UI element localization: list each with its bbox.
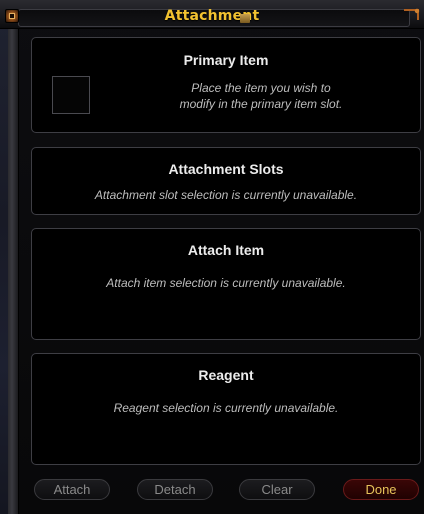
attachment-window: Attachment Primary Item Place the item y…: [0, 0, 424, 514]
primary-item-title: Primary Item: [183, 52, 269, 68]
reagent-title: Reagent: [198, 367, 254, 383]
primary-item-note-line1: Place the item you wish to: [191, 81, 331, 95]
reagent-panel: Reagent Reagent selection is currently u…: [31, 353, 421, 465]
window-left-border: [8, 22, 19, 514]
primary-item-slot[interactable]: [52, 76, 90, 114]
attach-item-title: Attach Item: [187, 242, 265, 258]
primary-item-panel: Primary Item Place the item you wish to …: [31, 37, 421, 133]
primary-item-note-line2: modify in the primary item slot.: [179, 97, 343, 111]
attachment-slots-note: Attachment slot selection is currently u…: [94, 188, 358, 202]
done-button[interactable]: Done: [343, 479, 419, 500]
window-title: Attachment: [164, 8, 260, 24]
cursor-icon: [240, 14, 250, 23]
attach-item-note: Attach item selection is currently unava…: [106, 276, 346, 290]
detach-button[interactable]: Detach: [137, 479, 213, 500]
clear-button[interactable]: Clear: [239, 479, 315, 500]
attach-button[interactable]: Attach: [34, 479, 110, 500]
window-corner-ornament-icon: [404, 8, 420, 20]
background-world-strip: [0, 22, 8, 514]
reagent-note: Reagent selection is currently unavailab…: [113, 401, 339, 415]
title-bar[interactable]: Attachment: [0, 0, 424, 29]
window-menu-icon[interactable]: [5, 9, 19, 23]
attachment-slots-panel: Attachment Slots Attachment slot selecti…: [31, 147, 421, 215]
attach-item-panel: Attach Item Attach item selection is cur…: [31, 228, 421, 340]
attachment-slots-title: Attachment Slots: [168, 161, 284, 177]
